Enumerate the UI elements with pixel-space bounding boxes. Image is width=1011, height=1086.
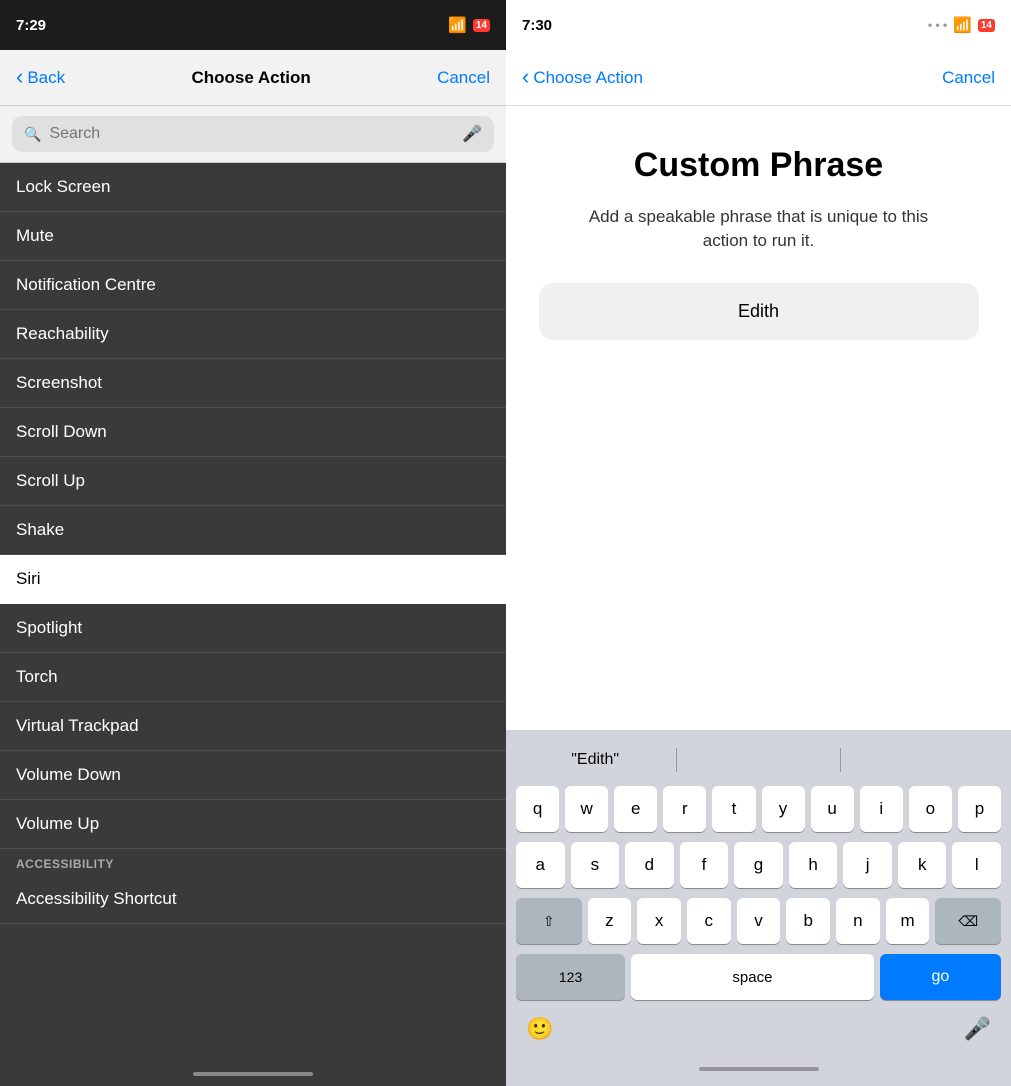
home-bar-left: [193, 1072, 313, 1076]
back-label-left: Back: [27, 68, 65, 88]
space-key[interactable]: space: [631, 954, 874, 1000]
go-key[interactable]: go: [880, 954, 1001, 1000]
key-a[interactable]: a: [516, 842, 565, 888]
search-icon-left: 🔍: [24, 126, 41, 143]
key-z[interactable]: z: [588, 898, 632, 944]
time-right: 7:30: [522, 17, 552, 34]
key-q[interactable]: q: [516, 786, 559, 832]
suggestion-left[interactable]: "Edith": [518, 745, 672, 775]
list-item[interactable]: Volume Up: [0, 800, 506, 849]
nav-bar-left: Back Choose Action Cancel: [0, 50, 506, 106]
search-input[interactable]: [49, 125, 454, 143]
key-g[interactable]: g: [734, 842, 783, 888]
key-u[interactable]: u: [811, 786, 854, 832]
wifi-icon-left: 📶: [448, 16, 467, 34]
shift-key[interactable]: ⇧: [516, 898, 582, 944]
key-n[interactable]: n: [836, 898, 880, 944]
numbers-key[interactable]: 123: [516, 954, 625, 1000]
search-wrapper: 🔍 🎤: [12, 116, 494, 152]
phrase-input[interactable]: [539, 283, 979, 340]
back-button-left[interactable]: Back: [16, 66, 65, 89]
list-item[interactable]: Torch: [0, 653, 506, 702]
status-right-icons: • • • 📶 14: [928, 16, 995, 34]
key-row-4: 123 space go: [516, 954, 1001, 1000]
key-t[interactable]: t: [712, 786, 755, 832]
key-row-2: a s d f g h j k l: [516, 842, 1001, 888]
list-item[interactable]: Notification Centre: [0, 261, 506, 310]
keyboard: "Edith" q w e r t y u i o p a: [506, 730, 1011, 1052]
cancel-button-left[interactable]: Cancel: [437, 68, 490, 88]
keyboard-suggestions: "Edith": [510, 738, 1007, 782]
section-header-accessibility: ACCESSIBILITY: [0, 849, 506, 875]
chevron-left-icon: [16, 66, 23, 89]
back-label-right: Choose Action: [533, 68, 643, 88]
list-item[interactable]: Mute: [0, 212, 506, 261]
key-row-3: ⇧ z x c v b n m ⌫: [516, 898, 1001, 944]
key-m[interactable]: m: [886, 898, 930, 944]
home-indicator-left: [0, 1062, 506, 1086]
nav-title-left: Choose Action: [191, 68, 310, 88]
battery-badge-left: 14: [473, 19, 490, 32]
search-bar: 🔍 🎤: [0, 106, 506, 163]
key-k[interactable]: k: [898, 842, 947, 888]
list-item[interactable]: Screenshot: [0, 359, 506, 408]
key-e[interactable]: e: [614, 786, 657, 832]
list-item-accessibility[interactable]: Accessibility Shortcut: [0, 875, 506, 924]
key-i[interactable]: i: [860, 786, 903, 832]
chevron-left-icon-right: [522, 66, 529, 89]
back-button-right[interactable]: Choose Action: [522, 66, 643, 89]
content-area: Custom Phrase Add a speakable phrase tha…: [506, 106, 1011, 730]
list-item-siri[interactable]: Siri: [0, 555, 506, 604]
action-list: Lock Screen Mute Notification Centre Rea…: [0, 163, 506, 1062]
keyboard-rows: q w e r t y u i o p a s d f g h j k: [510, 782, 1007, 1008]
emoji-key[interactable]: 🙂: [526, 1016, 553, 1042]
key-p[interactable]: p: [958, 786, 1001, 832]
home-bar-right: [699, 1067, 819, 1071]
list-item[interactable]: Reachability: [0, 310, 506, 359]
list-item[interactable]: Virtual Trackpad: [0, 702, 506, 751]
key-b[interactable]: b: [786, 898, 830, 944]
suggestion-right[interactable]: [845, 754, 999, 766]
list-item[interactable]: Spotlight: [0, 604, 506, 653]
dictation-key[interactable]: 🎤: [964, 1016, 991, 1042]
key-l[interactable]: l: [952, 842, 1001, 888]
battery-badge-right: 14: [978, 19, 995, 32]
backspace-key[interactable]: ⌫: [935, 898, 1001, 944]
key-d[interactable]: d: [625, 842, 674, 888]
list-item[interactable]: Lock Screen: [0, 163, 506, 212]
signal-dots-icon: • • •: [928, 18, 947, 32]
key-w[interactable]: w: [565, 786, 608, 832]
key-r[interactable]: r: [663, 786, 706, 832]
time-left: 7:29: [16, 17, 46, 34]
key-o[interactable]: o: [909, 786, 952, 832]
key-f[interactable]: f: [680, 842, 729, 888]
suggestion-divider-2: [840, 748, 841, 772]
cancel-button-right[interactable]: Cancel: [942, 68, 995, 88]
key-s[interactable]: s: [571, 842, 620, 888]
wifi-icon-right: 📶: [953, 16, 972, 34]
key-y[interactable]: y: [762, 786, 805, 832]
page-title: Custom Phrase: [634, 146, 883, 185]
key-row-1: q w e r t y u i o p: [516, 786, 1001, 832]
suggestion-divider-1: [676, 748, 677, 772]
home-indicator-right: [506, 1052, 1011, 1086]
key-v[interactable]: v: [737, 898, 781, 944]
keyboard-bottom: 🙂 🎤: [510, 1008, 1007, 1052]
list-item[interactable]: Volume Down: [0, 751, 506, 800]
status-bar-left: 7:29 📶 14: [0, 0, 506, 50]
list-item[interactable]: Scroll Up: [0, 457, 506, 506]
status-bar-right: 7:30 • • • 📶 14: [506, 0, 1011, 50]
right-panel: 7:30 • • • 📶 14 Choose Action Cancel Cus…: [506, 0, 1011, 1086]
page-description: Add a speakable phrase that is unique to…: [569, 205, 949, 253]
list-item[interactable]: Scroll Down: [0, 408, 506, 457]
key-j[interactable]: j: [843, 842, 892, 888]
key-x[interactable]: x: [637, 898, 681, 944]
mic-icon-left[interactable]: 🎤: [462, 124, 482, 144]
key-h[interactable]: h: [789, 842, 838, 888]
left-panel: 7:29 📶 14 Back Choose Action Cancel 🔍 🎤 …: [0, 0, 506, 1086]
list-item[interactable]: Shake: [0, 506, 506, 555]
key-c[interactable]: c: [687, 898, 731, 944]
nav-bar-right: Choose Action Cancel: [506, 50, 1011, 106]
suggestion-middle[interactable]: [681, 754, 835, 766]
